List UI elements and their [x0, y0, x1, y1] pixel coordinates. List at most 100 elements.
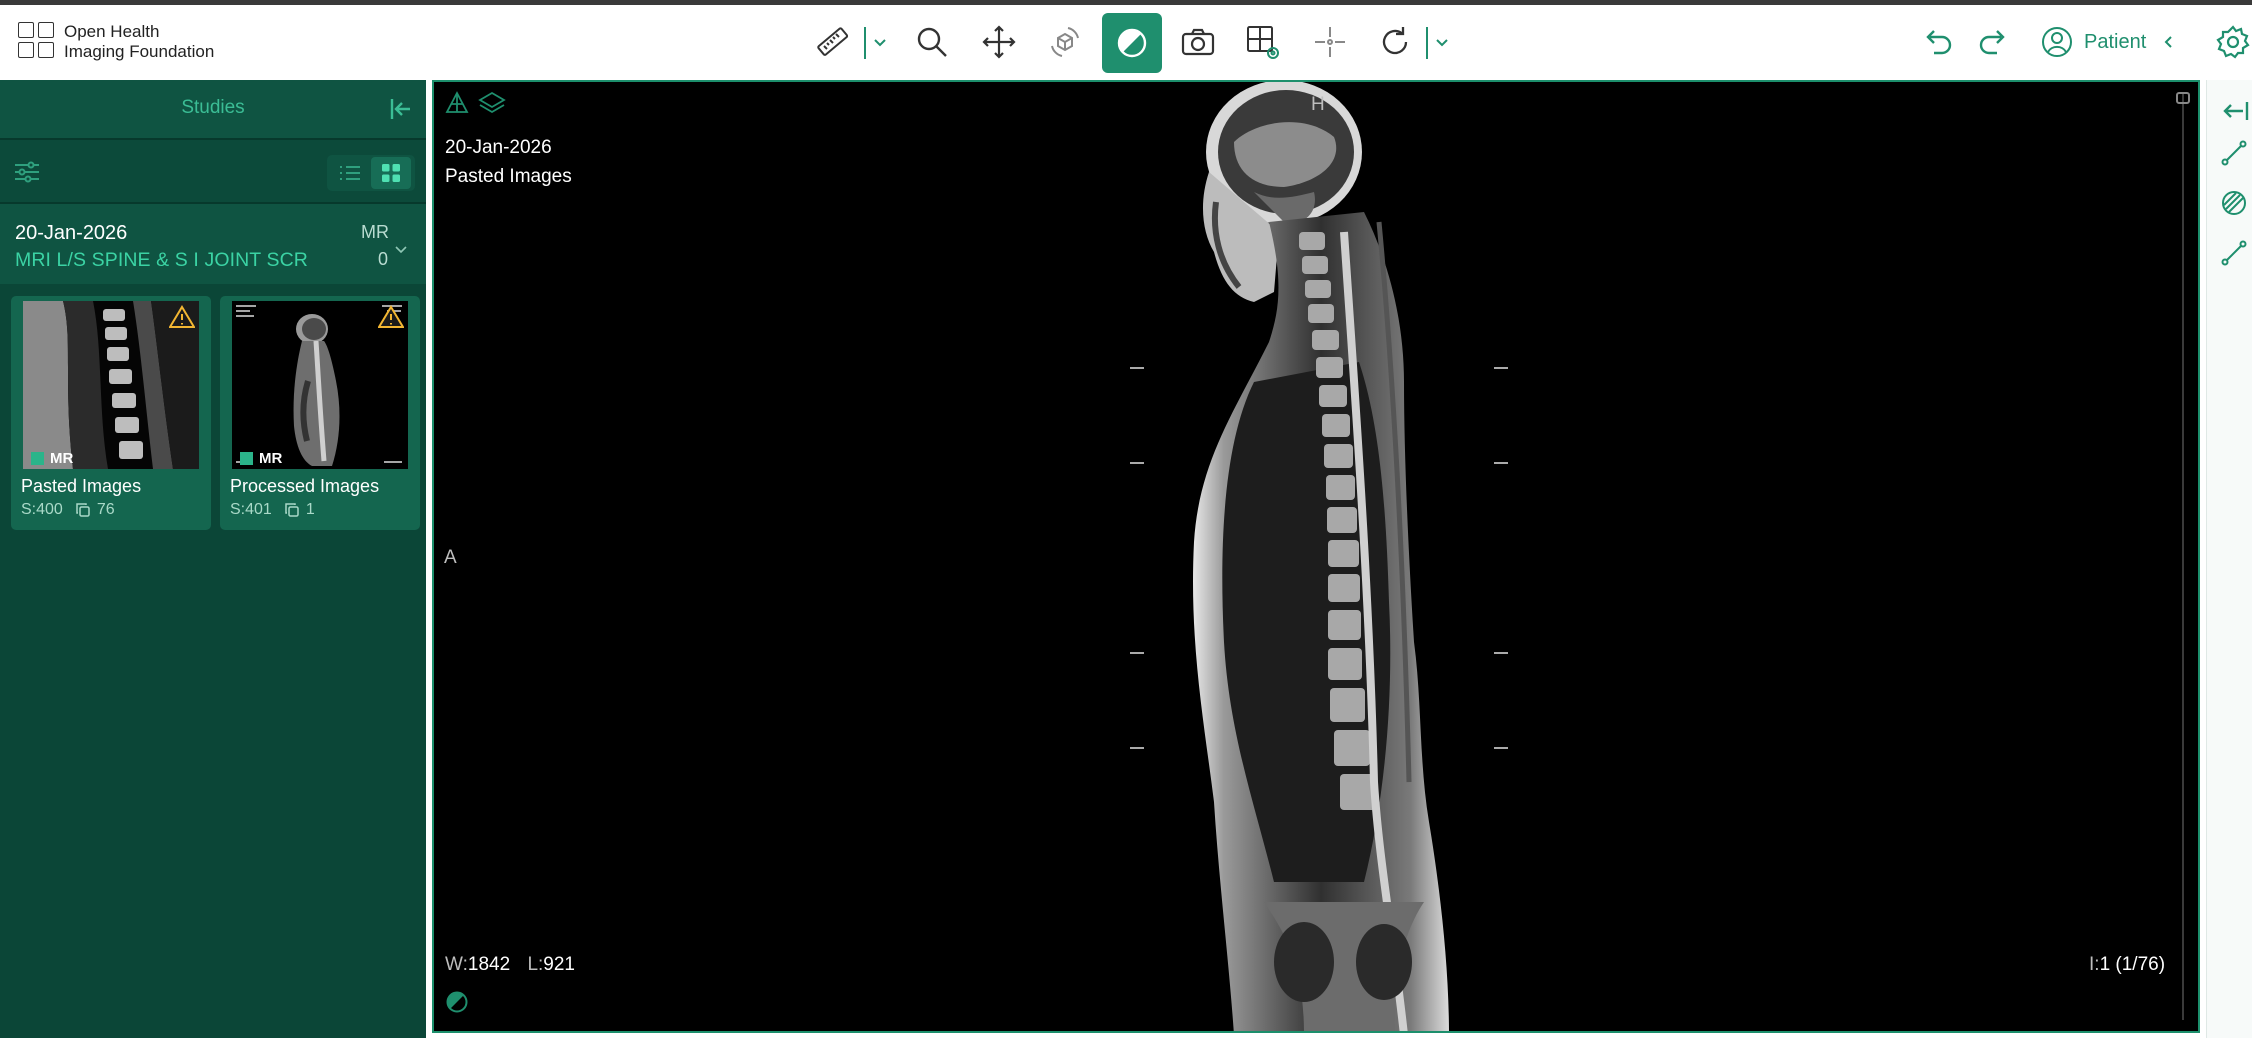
reset-divider — [1426, 27, 1428, 59]
layers-icon[interactable] — [478, 90, 506, 116]
move-arrows-icon — [982, 25, 1016, 59]
series-instance-count: 76 — [96, 501, 115, 518]
series-meta: S:400 76 — [21, 501, 115, 519]
logo-line-2: Imaging Foundation — [64, 42, 215, 61]
chevron-down-icon — [874, 39, 886, 47]
series-number: S:401 — [230, 501, 272, 518]
rotate-3d-button[interactable] — [1042, 19, 1088, 65]
chevron-left-icon — [2164, 36, 2172, 48]
pan-button[interactable] — [976, 19, 1022, 65]
redo-button[interactable] — [1970, 19, 2016, 65]
studies-panel: Studies 20-Jan-2026 MRI L/S SPINE & S I … — [0, 80, 426, 1038]
warning-icon[interactable] — [169, 305, 195, 329]
sliders-icon[interactable] — [13, 160, 41, 184]
image-viewport[interactable]: 20-Jan-2026 Pasted Images H A W:1842 L:9… — [432, 80, 2200, 1033]
chevron-down-icon — [1436, 39, 1448, 47]
measure-ruler-button[interactable] — [810, 19, 856, 65]
series-meta: S:401 1 — [230, 501, 315, 519]
capture-button[interactable] — [1175, 19, 1221, 65]
instances-icon — [285, 503, 299, 517]
ruler-divider — [864, 27, 866, 59]
series-instance-count: 1 — [305, 501, 315, 518]
window-level-readout: W:1842 L:921 — [445, 954, 575, 975]
settings-button[interactable] — [2210, 19, 2252, 65]
stack-scroll-handle[interactable] — [2176, 92, 2190, 104]
camera-icon — [1181, 28, 1215, 56]
reset-view-button[interactable] — [1372, 19, 1418, 65]
view-mode-toggle — [327, 155, 415, 191]
grid-view-button[interactable] — [371, 157, 411, 189]
rotate-cube-icon — [1051, 27, 1079, 57]
layout-gear-icon — [1247, 26, 1279, 59]
more-tools-dropdown-button[interactable] — [1435, 30, 1453, 54]
patient-info-toggle[interactable]: Patient — [2040, 25, 2186, 59]
series-thumbnail[interactable]: MR Pasted Images S:400 76 — [11, 296, 211, 530]
length-measure-icon[interactable] — [2219, 138, 2249, 168]
collapse-panel-icon[interactable] — [388, 96, 414, 122]
expand-panel-icon[interactable] — [2219, 96, 2249, 126]
studies-header: Studies — [0, 80, 426, 140]
zoom-button[interactable] — [909, 19, 955, 65]
modality-badge: MR — [240, 450, 282, 467]
right-panel-collapsed — [2206, 80, 2252, 1038]
warning-icon[interactable] — [378, 305, 404, 329]
user-circle-icon — [2042, 27, 2072, 57]
logo[interactable]: Open Health Imaging Foundation — [18, 22, 214, 62]
study-series-count: 0 — [378, 249, 389, 269]
series-thumbnail[interactable]: MR Processed Images S:401 1 — [220, 296, 420, 530]
instance-number: 1 (1/76) — [2099, 954, 2166, 975]
grid-icon — [382, 164, 400, 182]
instances-icon — [76, 503, 90, 517]
stack-scrollbar[interactable] — [2182, 94, 2184, 1020]
list-view-button[interactable] — [333, 159, 367, 187]
study-modality: MR — [361, 222, 389, 242]
segmentation-icon[interactable] — [2219, 188, 2249, 218]
mri-image — [1193, 82, 1449, 1031]
redo-icon — [1979, 30, 2005, 55]
instance-readout: I:1 (1/76) — [2089, 954, 2166, 975]
rotate-clockwise-icon — [1382, 27, 1408, 55]
contrast-icon — [1117, 28, 1147, 58]
contrast-icon[interactable] — [445, 990, 469, 1014]
scale-tick — [1130, 462, 1144, 464]
scale-tick — [1494, 747, 1508, 749]
app-header: Open Health Imaging Foundation Patient — [0, 5, 2252, 80]
viewport-series-description: Pasted Images — [445, 166, 572, 187]
logo-grid-icon — [18, 22, 54, 62]
viewport-study-date: 20-Jan-2026 — [445, 137, 552, 158]
scale-tick — [1130, 652, 1144, 654]
studies-title: Studies — [181, 97, 245, 118]
orientation-marker-left: A — [444, 547, 457, 568]
triangle-reference-icon[interactable] — [444, 90, 470, 116]
study-description: MRI L/S SPINE & S I JOINT SCR — [15, 249, 308, 271]
series-preview-image: MR — [23, 301, 199, 469]
window-center-value: 921 — [543, 954, 575, 975]
crosshair-icon — [1315, 27, 1345, 57]
undo-button[interactable] — [1915, 19, 1961, 65]
modality-badge: MR — [31, 450, 73, 467]
series-title: Pasted Images — [21, 476, 142, 496]
scale-tick — [1494, 367, 1508, 369]
patient-label: Patient — [2084, 30, 2147, 53]
window-level-button[interactable] — [1102, 13, 1162, 73]
chevron-down-icon[interactable] — [394, 244, 408, 254]
series-number: S:400 — [21, 501, 63, 518]
series-title: Processed Images — [230, 476, 380, 496]
studies-filter-bar — [0, 140, 426, 204]
scale-tick — [1130, 747, 1144, 749]
logo-line-1: Open Health — [64, 22, 160, 41]
bidirectional-measure-icon[interactable] — [2219, 238, 2249, 268]
crosshairs-button[interactable] — [1307, 19, 1353, 65]
list-icon — [340, 166, 360, 180]
layout-settings-button[interactable] — [1240, 19, 1286, 65]
study-item[interactable]: 20-Jan-2026 MRI L/S SPINE & S I JOINT SC… — [0, 204, 426, 284]
orientation-marker-top: H — [1311, 94, 1325, 115]
magnifier-icon — [917, 27, 947, 57]
ruler-icon — [817, 27, 849, 56]
undo-icon — [1926, 30, 1952, 55]
scale-tick — [1494, 652, 1508, 654]
ruler-dropdown-button[interactable] — [873, 30, 891, 54]
window-width-value: 1842 — [467, 954, 511, 975]
gear-icon — [2216, 25, 2250, 59]
study-date: 20-Jan-2026 — [15, 222, 128, 244]
